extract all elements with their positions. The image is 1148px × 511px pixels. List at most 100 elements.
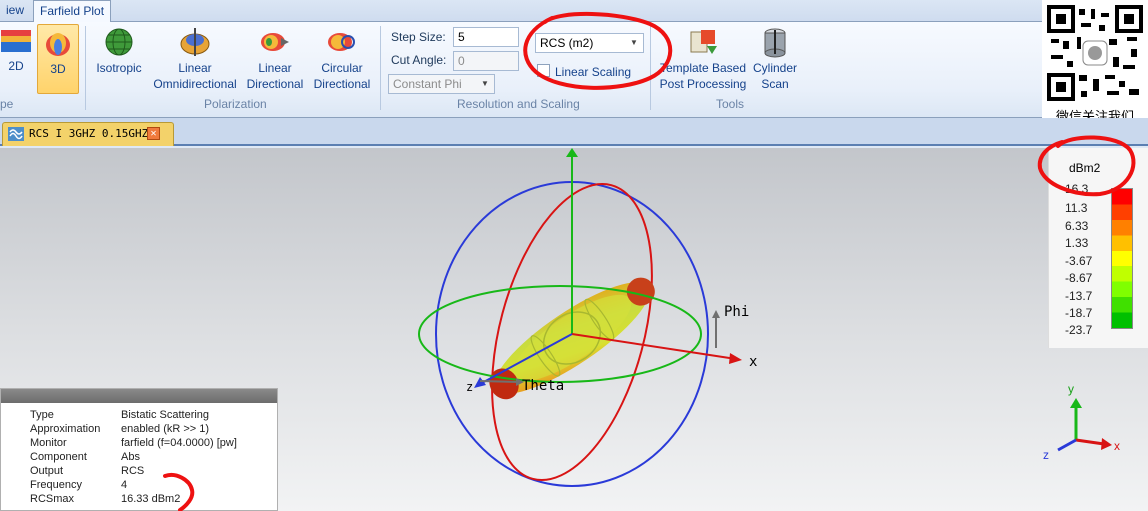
group-separator (380, 26, 381, 110)
document-tab-bar: RCS I 3GHZ 0.15GHZ* ✕ (0, 118, 1148, 146)
info-value: Abs (121, 451, 140, 463)
linear-dir-line1: Linear (258, 61, 292, 75)
qr-code-icon (1047, 5, 1143, 101)
x-axis-arrow (729, 353, 742, 364)
info-key: Component (30, 451, 87, 463)
legend-value: 1.33 (1065, 236, 1089, 250)
cut-mode-select[interactable]: Constant Phi ▼ (388, 74, 495, 94)
cylinder-line2: Scan (761, 77, 789, 91)
document-tab[interactable]: RCS I 3GHZ 0.15GHZ* ✕ (2, 122, 174, 146)
info-value: 4 (121, 479, 128, 491)
group-label-resolution: Resolution and Scaling (457, 97, 580, 111)
linear-omni-line2: Omnidirectional (153, 77, 237, 91)
info-value: enabled (kR >> 1) (121, 423, 210, 435)
isotropic-button[interactable]: Isotropic (92, 26, 146, 76)
mini-x-label: x (1114, 439, 1120, 453)
plot-3d-label: 3D (50, 62, 66, 76)
mini-y-arrow (1070, 398, 1082, 408)
info-key: Approximation (30, 423, 101, 435)
cylinder-scan-button[interactable]: Cylinder Scan (750, 26, 800, 92)
info-value: farfield (f=04.0000) [pw] (121, 437, 237, 449)
legend-value: 16.3 (1065, 182, 1089, 196)
info-value: Bistatic Scattering (121, 409, 210, 421)
result-info-panel: Type Bistatic Scattering Approximation e… (0, 388, 278, 511)
info-key: Type (30, 409, 54, 421)
ribbon-tab-strip: iew Farfield Plot (0, 0, 1148, 23)
plot-2d-icon (1, 30, 31, 52)
linear-omnidirectional-button[interactable]: Linear Omnidirectional (150, 26, 240, 92)
info-key: Frequency (30, 479, 82, 491)
farfield-doc-icon (8, 127, 24, 141)
group-label-type: pe (0, 97, 14, 111)
group-separator (85, 26, 86, 110)
info-key: Monitor (30, 437, 67, 449)
info-key: RCSmax (30, 493, 75, 505)
theta-marker-line (479, 380, 519, 383)
cut-angle-field[interactable]: 0 (453, 51, 519, 71)
cut-mode-value: Constant Phi (393, 77, 462, 91)
legend-value: -23.7 (1065, 323, 1093, 337)
circular-dir-line2: Directional (313, 77, 371, 91)
template-post-processing-button[interactable]: Template Based Post Processing (658, 26, 748, 92)
cylinder-line1: Cylinder (752, 61, 797, 75)
legend-value: -13.7 (1065, 289, 1093, 303)
group-separator (650, 26, 651, 110)
y-axis-arrow (566, 148, 578, 157)
group-label-polarization: Polarization (204, 97, 267, 111)
linear-scaling-checkbox[interactable] (537, 64, 550, 77)
legend-value: -8.67 (1065, 271, 1093, 285)
mini-x-arrow (1101, 438, 1112, 450)
color-legend: dBm2 16.3 11.3 6.33 1.33 -3.67 -8.67 -13… (1048, 148, 1148, 348)
chevron-down-icon: ▼ (481, 79, 489, 88)
info-value: RCS (121, 465, 145, 477)
circular-dir-line1: Circular (321, 61, 363, 75)
linear-directional-button[interactable]: Linear Directional (244, 26, 306, 92)
legend-unit: dBm2 (1069, 161, 1101, 175)
tab-view[interactable]: iew (0, 0, 30, 22)
linear-omnidirectional-icon (180, 28, 210, 56)
plot-3d-button[interactable]: 3D (37, 24, 79, 94)
legend-value: -18.7 (1065, 306, 1093, 320)
qr-code-overlay: 微信关注我们 (1042, 0, 1148, 130)
info-panel-header (1, 389, 277, 403)
template-processing-icon (690, 30, 717, 54)
phi-label: Phi (724, 304, 749, 320)
mini-y-label: y (1068, 382, 1074, 396)
cut-angle-label: Cut Angle: (391, 53, 447, 67)
circular-directional-button[interactable]: Circular Directional (311, 26, 373, 92)
legend-value: 6.33 (1065, 219, 1089, 233)
output-select-value: RCS (m2) (540, 36, 594, 50)
linear-scaling-label: Linear Scaling (555, 65, 632, 79)
legend-value: -3.67 (1065, 254, 1093, 268)
phi-marker-arrow (712, 310, 720, 318)
plot-2d-label: 2D (8, 59, 24, 73)
theta-label: Theta (522, 378, 564, 394)
mini-z-label: z (1043, 448, 1049, 462)
plot-2d-button[interactable]: 2D (0, 26, 32, 92)
template-line1: Template Based (659, 61, 747, 75)
isotropic-label: Isotropic (96, 61, 142, 75)
mini-z-axis (1057, 438, 1077, 452)
globe-icon (105, 28, 133, 56)
step-size-field[interactable]: 5 (453, 27, 519, 47)
output-select[interactable]: RCS (m2) ▼ (535, 33, 644, 53)
group-label-tools: Tools (716, 97, 745, 111)
close-icon[interactable]: ✕ (147, 127, 160, 140)
legend-color-bar (1111, 188, 1133, 329)
info-value: 16.33 dBm2 (121, 493, 181, 505)
x-axis-label: x (749, 354, 757, 370)
tab-farfield-plot[interactable]: Farfield Plot (33, 0, 112, 23)
document-tab-title: RCS I 3GHZ 0.15GHZ* (29, 127, 155, 140)
legend-value: 11.3 (1065, 201, 1088, 215)
mini-x-axis (1075, 438, 1105, 446)
plot-3d-icon (46, 33, 70, 56)
template-line2: Post Processing (659, 77, 747, 91)
info-key: Output (30, 465, 64, 477)
linear-dir-line2: Directional (246, 77, 304, 91)
chevron-down-icon: ▼ (630, 38, 638, 47)
circular-directional-icon (328, 33, 355, 51)
ribbon: 2D 3D pe Isotropic Linear Omnidirectiona… (0, 22, 1148, 118)
z-axis-label: z (466, 380, 473, 394)
step-size-label: Step Size: (391, 30, 446, 44)
cylinder-icon (764, 28, 786, 58)
